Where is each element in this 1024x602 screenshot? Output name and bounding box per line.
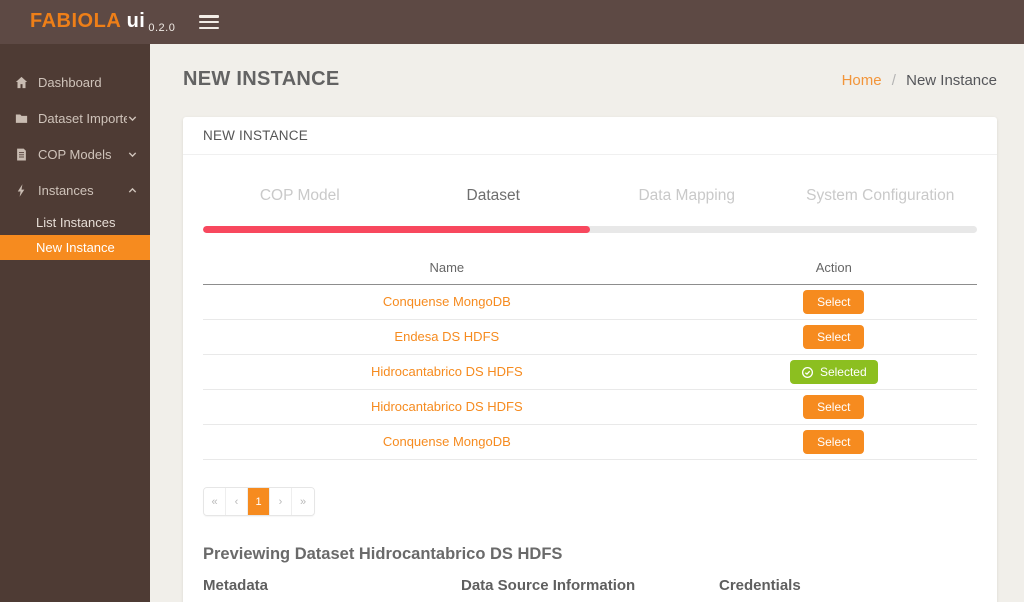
new-instance-card: NEW INSTANCE COP Model Dataset Data Mapp…: [183, 117, 997, 602]
table-row: Endesa DS HDFS Select: [203, 319, 977, 355]
pagination-first-button[interactable]: «: [204, 488, 226, 515]
topbar: FABIOLA ui 0.2.0: [0, 0, 1024, 44]
pagination-page-1-button[interactable]: 1: [248, 488, 270, 515]
sidebar-item-cop-models[interactable]: COP Models: [0, 136, 150, 172]
table-row: Hidrocantabrico DS HDFS Select: [203, 389, 977, 425]
step-dataset[interactable]: Dataset: [397, 187, 591, 205]
select-button[interactable]: Select: [803, 395, 865, 419]
app-logo: FABIOLA ui 0.2.0: [0, 10, 175, 34]
sidebar-item-dashboard[interactable]: Dashboard: [0, 64, 150, 100]
preview-column-metadata: Metadata Name Hidrocantabrico DS HDFS Cr…: [203, 577, 461, 602]
table-row: Hidrocantabrico DS HDFS Selected: [203, 354, 977, 390]
file-icon: [14, 147, 29, 162]
dataset-link[interactable]: Conquense MongoDB: [383, 434, 511, 449]
table-row: Conquense MongoDB Select: [203, 284, 977, 320]
column-header-action: Action: [690, 251, 977, 285]
preview-column-title: Credentials: [719, 577, 801, 594]
breadcrumb-current: New Instance: [906, 72, 997, 89]
step-cop-model[interactable]: COP Model: [203, 187, 397, 205]
card-body: COP Model Dataset Data Mapping System Co…: [183, 155, 997, 602]
sidebar-item-label: COP Models: [38, 146, 112, 162]
step-data-mapping[interactable]: Data Mapping: [590, 187, 784, 205]
home-icon: [14, 75, 29, 90]
sidebar-item-label: Dashboard: [38, 74, 102, 90]
preview-column-title: Metadata: [203, 577, 269, 594]
dataset-link[interactable]: Endesa DS HDFS: [394, 329, 499, 344]
progress-bar-fill: [203, 226, 590, 233]
app-version: 0.2.0: [148, 22, 176, 34]
step-system-configuration[interactable]: System Configuration: [784, 187, 978, 205]
pagination-prev-button[interactable]: ‹: [226, 488, 248, 515]
sidebar-item-label: Dataset Importer: [38, 110, 127, 126]
chevron-down-icon: [127, 113, 138, 124]
sidebar-item-instances[interactable]: Instances: [0, 172, 150, 208]
sidebar-submenu-instances: List Instances New Instance: [0, 210, 150, 260]
sidebar: Dashboard Dataset Importer COP Models In…: [0, 44, 150, 602]
page-title: NEW INSTANCE: [183, 68, 340, 90]
dataset-link[interactable]: Conquense MongoDB: [383, 294, 511, 309]
preview-column-credentials: Credentials No credentials provided: [719, 577, 977, 602]
dataset-link[interactable]: Hidrocantabrico DS HDFS: [371, 364, 523, 379]
selected-button-label: Selected: [819, 365, 867, 379]
wizard-steps: COP Model Dataset Data Mapping System Co…: [203, 187, 977, 205]
menu-toggle-icon[interactable]: [199, 15, 220, 29]
folder-icon: [14, 111, 29, 126]
dataset-table: Name Action Conquense MongoDB Select End…: [203, 251, 977, 460]
bolt-icon: [14, 183, 29, 198]
preview-column-title: Data Source Information: [461, 577, 636, 594]
sidebar-item-list-instances[interactable]: List Instances: [0, 210, 150, 235]
table-header-row: Name Action: [203, 251, 977, 285]
select-button[interactable]: Select: [803, 290, 865, 314]
sidebar-item-new-instance[interactable]: New Instance: [0, 235, 150, 260]
table-row: Conquense MongoDB Select: [203, 424, 977, 460]
breadcrumb-home-link[interactable]: Home: [842, 72, 882, 89]
dataset-link[interactable]: Hidrocantabrico DS HDFS: [371, 399, 523, 414]
preview-column-data-source: Data Source Information Data Source HDFS…: [461, 577, 719, 602]
breadcrumb: Home / New Instance: [842, 72, 997, 89]
preview-heading: Previewing Dataset Hidrocantabrico DS HD…: [203, 545, 563, 563]
column-header-name: Name: [203, 251, 691, 285]
main-content: NEW INSTANCE Home / New Instance NEW INS…: [150, 44, 1024, 602]
brand-suffix: ui: [120, 10, 146, 32]
selected-button[interactable]: Selected: [789, 360, 878, 384]
chevron-up-icon: [127, 185, 138, 196]
pagination: « ‹ 1 › »: [203, 487, 315, 516]
breadcrumb-separator: /: [891, 72, 896, 89]
wizard-progress-bar: [203, 226, 977, 233]
brand-name: FABIOLA: [30, 10, 121, 32]
chevron-down-icon: [127, 149, 138, 160]
check-circle-icon: [801, 366, 814, 379]
preview-grid: Metadata Name Hidrocantabrico DS HDFS Cr…: [203, 577, 977, 602]
select-button[interactable]: Select: [803, 430, 865, 454]
page-header: NEW INSTANCE Home / New Instance: [183, 68, 997, 96]
pagination-next-button[interactable]: ›: [270, 488, 292, 515]
card-title: NEW INSTANCE: [183, 117, 997, 155]
select-button[interactable]: Select: [803, 325, 865, 349]
sidebar-item-dataset-importer[interactable]: Dataset Importer: [0, 100, 150, 136]
pagination-last-button[interactable]: »: [292, 488, 314, 515]
sidebar-item-label: Instances: [38, 182, 94, 198]
